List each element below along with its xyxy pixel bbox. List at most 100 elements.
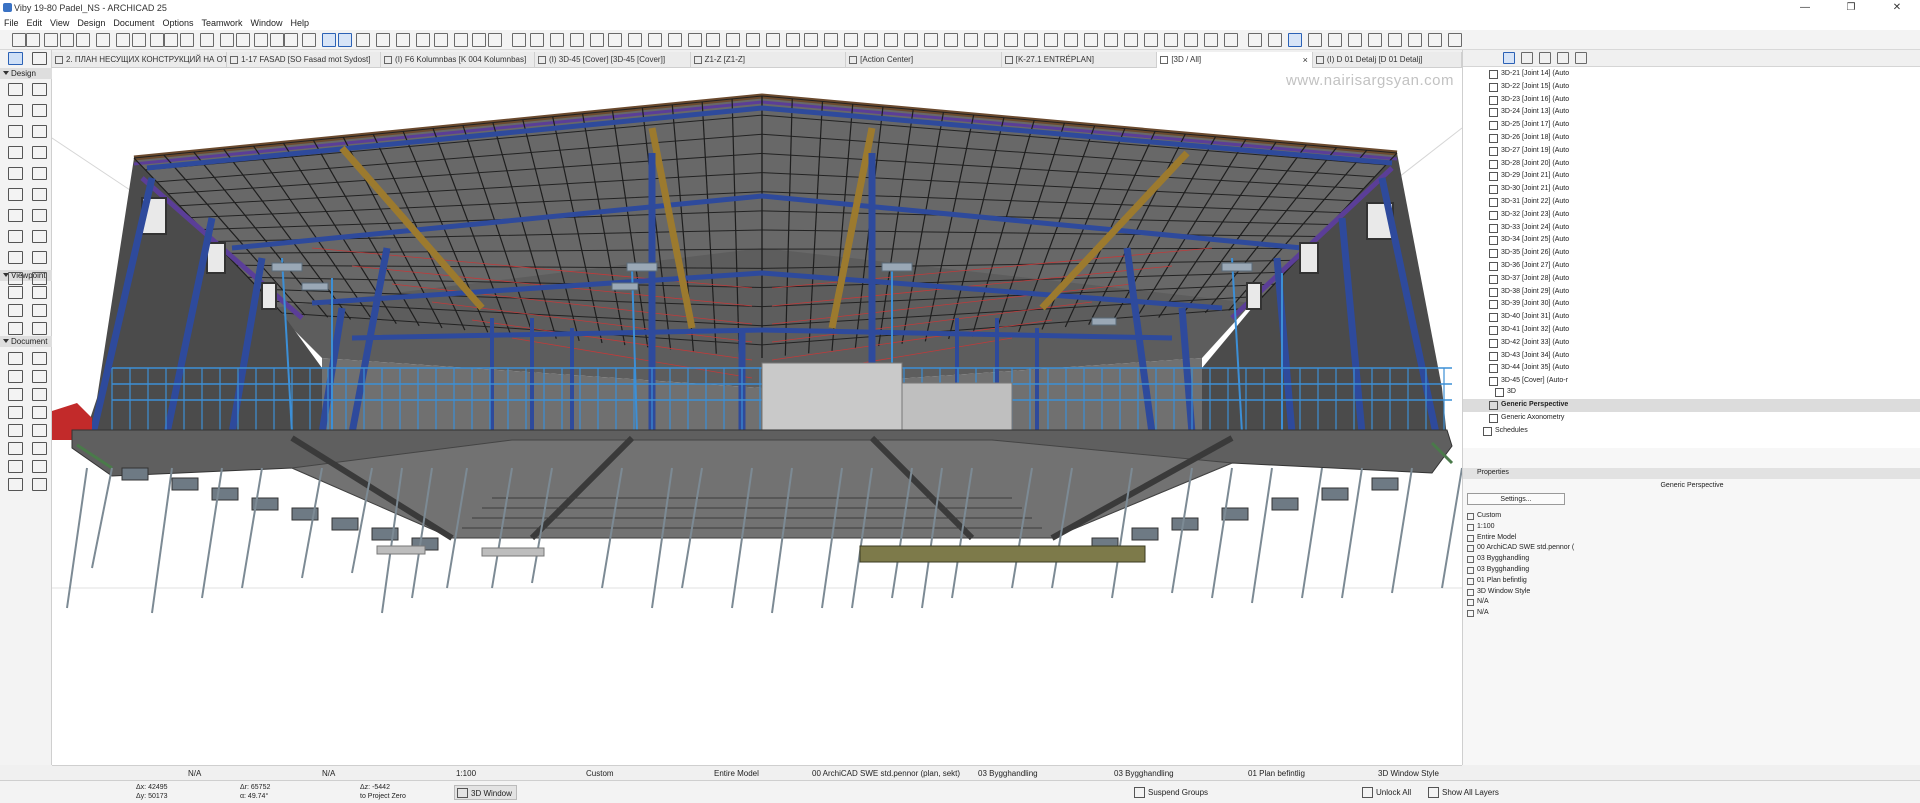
redo-icon[interactable]	[26, 33, 40, 47]
intersect-icon[interactable]	[434, 33, 448, 47]
arc-tool-icon[interactable]	[8, 424, 23, 437]
property-structure-display[interactable]: Entire Model	[1463, 533, 1920, 544]
project-map-icon[interactable]	[1521, 52, 1533, 64]
beam-tool-icon[interactable]	[8, 104, 23, 117]
mirror-icon[interactable]	[254, 33, 268, 47]
status-na-2[interactable]: N/A	[322, 766, 335, 781]
stretch-icon[interactable]	[530, 33, 544, 47]
multiply-icon[interactable]	[570, 33, 584, 47]
3d-model-render[interactable]	[52, 68, 1462, 765]
wall-end-icon[interactable]	[32, 272, 47, 285]
group-icon[interactable]	[322, 33, 336, 47]
column-tool-icon[interactable]	[32, 83, 47, 96]
view-map-icon[interactable]	[1503, 52, 1515, 64]
tree-item-3d-25[interactable]: 3D-25 [Joint 17] (Auto	[1463, 119, 1920, 132]
roof-tool-icon[interactable]	[8, 125, 23, 138]
tree-item-3d-22[interactable]: 3D-22 [Joint 15] (Auto	[1463, 81, 1920, 94]
toolbox-design-header[interactable]: Design	[0, 68, 52, 79]
tree-view-icon[interactable]	[1428, 33, 1442, 47]
angle-readout[interactable]: α: 49.74°	[240, 792, 268, 801]
status-na-1[interactable]: N/A	[188, 766, 201, 781]
fill-icon[interactable]	[1124, 33, 1138, 47]
change-tool-icon[interactable]	[32, 322, 47, 335]
property-dimension[interactable]: 03 Bygghandling	[1463, 565, 1920, 576]
tab-d01-detalj[interactable]: (I) D 01 Detalj [D 01 Detalj]	[1313, 52, 1462, 68]
graphic-override-select[interactable]: 3D Window Style	[1378, 766, 1439, 781]
arc-icon[interactable]	[1164, 33, 1178, 47]
unlock-all-button[interactable]: Unlock All	[1362, 785, 1411, 800]
layer-icon[interactable]	[96, 33, 110, 47]
detail-tool-icon[interactable]	[8, 322, 23, 335]
magic-wand-icon[interactable]	[76, 33, 90, 47]
polyline-icon[interactable]	[1184, 33, 1198, 47]
surface-icon[interactable]	[944, 33, 958, 47]
align-icon[interactable]	[284, 33, 298, 47]
tree-item-3d-38[interactable]: 3D-38 [Joint 29] (Auto	[1463, 286, 1920, 299]
object-tool-icon[interactable]	[32, 209, 47, 222]
close-button[interactable]: ✕	[1874, 0, 1920, 16]
dimension-tool-icon[interactable]	[8, 352, 23, 365]
model-view-icon[interactable]	[1308, 33, 1322, 47]
settings-button[interactable]: Settings...	[1467, 493, 1565, 505]
section-tool-icon[interactable]	[8, 286, 23, 299]
find-select-icon[interactable]	[180, 33, 194, 47]
marquee-tool-icon[interactable]	[32, 52, 47, 65]
explode-icon[interactable]	[590, 33, 604, 47]
window-tool-icon[interactable]	[8, 188, 23, 201]
offset-icon[interactable]	[472, 33, 486, 47]
drag-copy-icon[interactable]	[550, 33, 564, 47]
tab-entreplan[interactable]: [K-27.1 ENTRÉPLAN]	[1002, 52, 1158, 68]
pen-set-icon[interactable]	[1288, 33, 1302, 47]
tree-item-3d-34[interactable]: 3D-34 [Joint 25] (Auto	[1463, 234, 1920, 247]
wall-tool-icon[interactable]	[8, 83, 23, 96]
hotspot-icon[interactable]	[1224, 33, 1238, 47]
tree-folder-schedules[interactable]: Schedules	[1463, 425, 1920, 438]
morph-tool-icon[interactable]	[8, 251, 23, 264]
worksheet-tool-icon[interactable]	[32, 304, 47, 317]
tab-z1-z[interactable]: Z1-Z [Z1-Z]	[691, 52, 847, 68]
slab-tool-icon[interactable]	[32, 104, 47, 117]
xref-icon[interactable]	[726, 33, 740, 47]
property-na-2[interactable]: N/A	[1463, 608, 1920, 619]
resize-icon[interactable]	[512, 33, 526, 47]
split-icon[interactable]	[416, 33, 430, 47]
unlock-icon[interactable]	[376, 33, 390, 47]
properties-header[interactable]: Properties	[1463, 468, 1920, 479]
menu-view[interactable]: View	[46, 18, 73, 28]
interior-elevation-icon[interactable]	[8, 304, 23, 317]
model-view-options-select[interactable]: Custom	[586, 766, 614, 781]
trace-ref-icon[interactable]	[1248, 33, 1262, 47]
3d-window-button[interactable]: 3D Window	[454, 785, 517, 800]
orbit-icon[interactable]	[884, 33, 898, 47]
menu-design[interactable]: Design	[73, 18, 109, 28]
tree-item-3d-40[interactable]: 3D-40 [Joint 31] (Auto	[1463, 311, 1920, 324]
delta-y-readout[interactable]: Δy: 50173	[136, 792, 168, 801]
tree-item-generic-axonometry[interactable]: Generic Axonometry	[1463, 412, 1920, 425]
figure-tool-icon[interactable]	[8, 460, 23, 473]
tab-fasad[interactable]: 1-17 FASAD [SO Fasad mot Sydost]	[227, 52, 382, 68]
z-reference-select[interactable]: to Project Zero	[360, 792, 406, 801]
tree-item-3d-24[interactable]: 3D-24 [Joint 13] (Auto	[1463, 106, 1920, 119]
line-icon[interactable]	[1144, 33, 1158, 47]
wall-ends-icon[interactable]	[648, 33, 662, 47]
suspend-groups-button[interactable]: Suspend Groups	[1134, 785, 1208, 800]
renovation-icon[interactable]	[1328, 33, 1342, 47]
tree-item-3d-21[interactable]: 3D-21 [Joint 14] (Auto	[1463, 68, 1920, 81]
tree-folder-3d[interactable]: 3D	[1463, 386, 1920, 399]
detail-marker-icon[interactable]	[1024, 33, 1038, 47]
scale-select[interactable]: 1:100	[456, 766, 476, 781]
solid-ops-icon[interactable]	[628, 33, 642, 47]
tree-item-3d-30[interactable]: 3D-30 [Joint 21] (Auto	[1463, 183, 1920, 196]
layer-settings-icon[interactable]	[1268, 33, 1282, 47]
label-icon[interactable]	[1064, 33, 1078, 47]
connect-icon[interactable]	[668, 33, 682, 47]
curtain-wall-tool-icon[interactable]	[8, 167, 23, 180]
inject-icon[interactable]	[60, 33, 74, 47]
label-tool-icon[interactable]	[32, 388, 47, 401]
opening-tool-icon[interactable]	[8, 209, 23, 222]
elevation-marker-icon[interactable]	[1004, 33, 1018, 47]
rotate-icon[interactable]	[236, 33, 250, 47]
3d-style-icon[interactable]	[1388, 33, 1402, 47]
pick-up-icon[interactable]	[44, 33, 58, 47]
tree-item-3d-39[interactable]: 3D-39 [Joint 30] (Auto	[1463, 298, 1920, 311]
